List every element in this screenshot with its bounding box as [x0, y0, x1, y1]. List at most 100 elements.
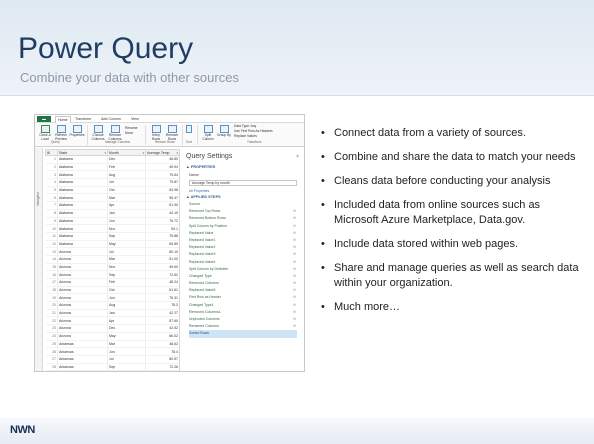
applied-step[interactable]: Removed Bottom Rows ⚙ — [189, 215, 297, 222]
cell-average-temp[interactable]: 46.80 — [145, 155, 180, 164]
cell-month[interactable]: Sep — [107, 232, 146, 241]
gear-icon[interactable]: ⚙ — [293, 259, 296, 266]
gear-icon[interactable]: ⚙ — [293, 223, 296, 230]
group-by-button[interactable]: Group By — [216, 125, 232, 138]
table-row[interactable]: 12 Alabama May 69.89 — [45, 240, 180, 249]
cell-state[interactable]: Alabama — [57, 155, 108, 164]
cell-average-temp[interactable]: 80.19 — [145, 247, 180, 256]
cell-month[interactable]: Oct — [107, 186, 146, 195]
cell-month[interactable]: Nov — [107, 263, 146, 272]
cell-month[interactable]: Jul — [107, 178, 146, 187]
gear-icon[interactable]: ⚙ — [293, 237, 296, 244]
applied-step[interactable]: Removed Top Rows ⚙ — [189, 208, 297, 215]
applied-step[interactable]: Source — [189, 201, 297, 208]
cell-state[interactable]: Arizona — [57, 286, 108, 295]
applied-step[interactable]: Removed Columns ⚙ — [189, 280, 297, 287]
cell-average-temp[interactable]: 48.24 — [145, 278, 180, 287]
filter-dropdown-icon[interactable]: ▾ — [142, 151, 144, 155]
table-row[interactable]: 21 Arizona Jan 42.27 — [45, 309, 180, 318]
cell-average-temp[interactable]: 79.87 — [145, 178, 180, 187]
cell-average-temp[interactable]: 66.02 — [145, 332, 180, 341]
cell-month[interactable]: May — [107, 240, 146, 249]
applied-step[interactable]: Replaced Value5 ⚙ — [189, 287, 297, 294]
cell-state[interactable]: Arizona — [57, 293, 108, 303]
gear-icon[interactable]: ⚙ — [293, 251, 296, 258]
cell-state[interactable]: Alabama — [57, 224, 108, 233]
table-row[interactable]: 1 Alabama Dec 46.80 — [45, 155, 180, 164]
cell-average-temp[interactable]: 78.4 — [145, 347, 180, 356]
applied-step[interactable]: Split Column by Delimiter ⚙ — [189, 266, 297, 273]
sort-ascending-button[interactable] — [184, 125, 194, 134]
cell-month[interactable]: Jun — [107, 217, 146, 226]
rename-button[interactable]: Rename — [125, 126, 137, 130]
cell-average-temp[interactable]: 49.60 — [145, 263, 180, 272]
gear-icon[interactable]: ⚙ — [293, 244, 296, 251]
cell-state[interactable]: Arizona — [57, 247, 108, 256]
query-name-input[interactable]: Average Temp by month — [189, 180, 297, 186]
cell-state[interactable]: Arizona — [57, 255, 108, 264]
gear-icon[interactable]: ⚙ — [293, 302, 296, 309]
cell-average-temp[interactable]: 61.90 — [145, 201, 180, 210]
move-button[interactable]: Move — [125, 131, 133, 135]
cell-average-temp[interactable]: 80.57 — [145, 355, 180, 364]
cell-state[interactable]: Arizona — [57, 316, 108, 326]
table-row[interactable]: 14 Arizona Mar 51.00 — [45, 255, 180, 264]
cell-month[interactable]: Jul — [107, 247, 146, 256]
applied-step[interactable]: Replaced Value3 ⚙ — [189, 251, 297, 258]
cell-average-temp[interactable]: 69.89 — [145, 240, 180, 249]
cell-state[interactable]: Alabama — [57, 201, 108, 210]
applied-step[interactable]: Replaced Value4 ⚙ — [189, 259, 297, 266]
gear-icon[interactable]: ⚙ — [293, 323, 296, 330]
cell-month[interactable]: May — [107, 332, 146, 341]
cell-state[interactable]: Arizona — [57, 332, 108, 341]
all-properties-link[interactable]: All Properties — [189, 189, 209, 193]
cell-month[interactable]: Apr — [107, 316, 146, 326]
cell-month[interactable]: Mar — [107, 340, 146, 349]
table-row[interactable]: 20 Arizona Aug 78.3 — [45, 301, 180, 310]
tab-view[interactable]: View — [131, 116, 139, 122]
table-row[interactable]: 23 Arizona Dec 42.52 — [45, 324, 180, 333]
cell-state[interactable]: Alabama — [57, 240, 108, 249]
applied-step[interactable]: Removed Columns1 ⚙ — [189, 309, 297, 316]
navigator-strip[interactable]: Navigator — [35, 148, 43, 371]
applied-step[interactable]: Changed Type ⚙ — [189, 273, 297, 280]
cell-average-temp[interactable]: 63.98 — [145, 186, 180, 195]
cell-average-temp[interactable]: 72.62 — [145, 270, 180, 279]
cell-average-temp[interactable]: 55.47 — [145, 193, 180, 203]
cell-state[interactable]: Arizona — [57, 301, 108, 310]
cell-month[interactable]: Jan — [107, 309, 146, 318]
close-icon[interactable]: × — [296, 154, 299, 160]
properties-heading[interactable]: ▲ PROPERTIES — [186, 165, 215, 169]
gear-icon[interactable]: ⚙ — [293, 316, 296, 323]
cell-state[interactable]: Alabama — [57, 193, 108, 203]
tab-transform[interactable]: Transform — [75, 116, 91, 122]
applied-step[interactable]: Sorted Rows — [189, 330, 297, 338]
cell-month[interactable]: Oct — [107, 286, 146, 295]
cell-state[interactable]: Alabama — [57, 232, 108, 241]
cell-average-temp[interactable]: 54.1 — [145, 224, 180, 233]
cell-average-temp[interactable]: 42.52 — [145, 324, 180, 333]
cell-month[interactable]: Aug — [107, 301, 146, 310]
table-row[interactable]: 8 Alabama Jan 44.19 — [45, 209, 180, 218]
gear-icon[interactable]: ⚙ — [293, 294, 296, 301]
split-column-button[interactable]: Split Column — [200, 125, 216, 142]
cell-state[interactable]: Alabama — [57, 217, 108, 226]
choose-columns-button[interactable]: Choose Columns — [90, 125, 106, 142]
cell-average-temp[interactable]: 61.61 — [145, 286, 180, 295]
gear-icon[interactable]: ⚙ — [293, 309, 296, 316]
table-row[interactable]: 3 Alabama Aug 79.64 — [45, 170, 180, 180]
use-first-row-button[interactable]: Use First Row As Headers — [234, 129, 273, 133]
cell-month[interactable]: Jun — [107, 347, 146, 356]
cell-average-temp[interactable]: 51.00 — [145, 255, 180, 264]
tab-add-column[interactable]: Add Column — [101, 116, 121, 122]
cell-month[interactable]: Jul — [107, 355, 146, 364]
cell-state[interactable]: Arkansas — [57, 363, 108, 371]
cell-average-temp[interactable]: 44.19 — [145, 209, 180, 218]
cell-month[interactable]: Dec — [107, 155, 146, 164]
table-row[interactable]: 25 Arkansas Mar 48.62 — [45, 340, 180, 349]
table-row[interactable]: 22 Arizona Apr 57.60 — [45, 316, 180, 326]
cell-state[interactable]: Alabama — [57, 209, 108, 218]
table-row[interactable]: 16 Arizona Sep 72.62 — [45, 270, 180, 279]
cell-average-temp[interactable]: 75.31 — [145, 293, 180, 303]
applied-step[interactable]: Unpivoted Columns ⚙ — [189, 316, 297, 323]
